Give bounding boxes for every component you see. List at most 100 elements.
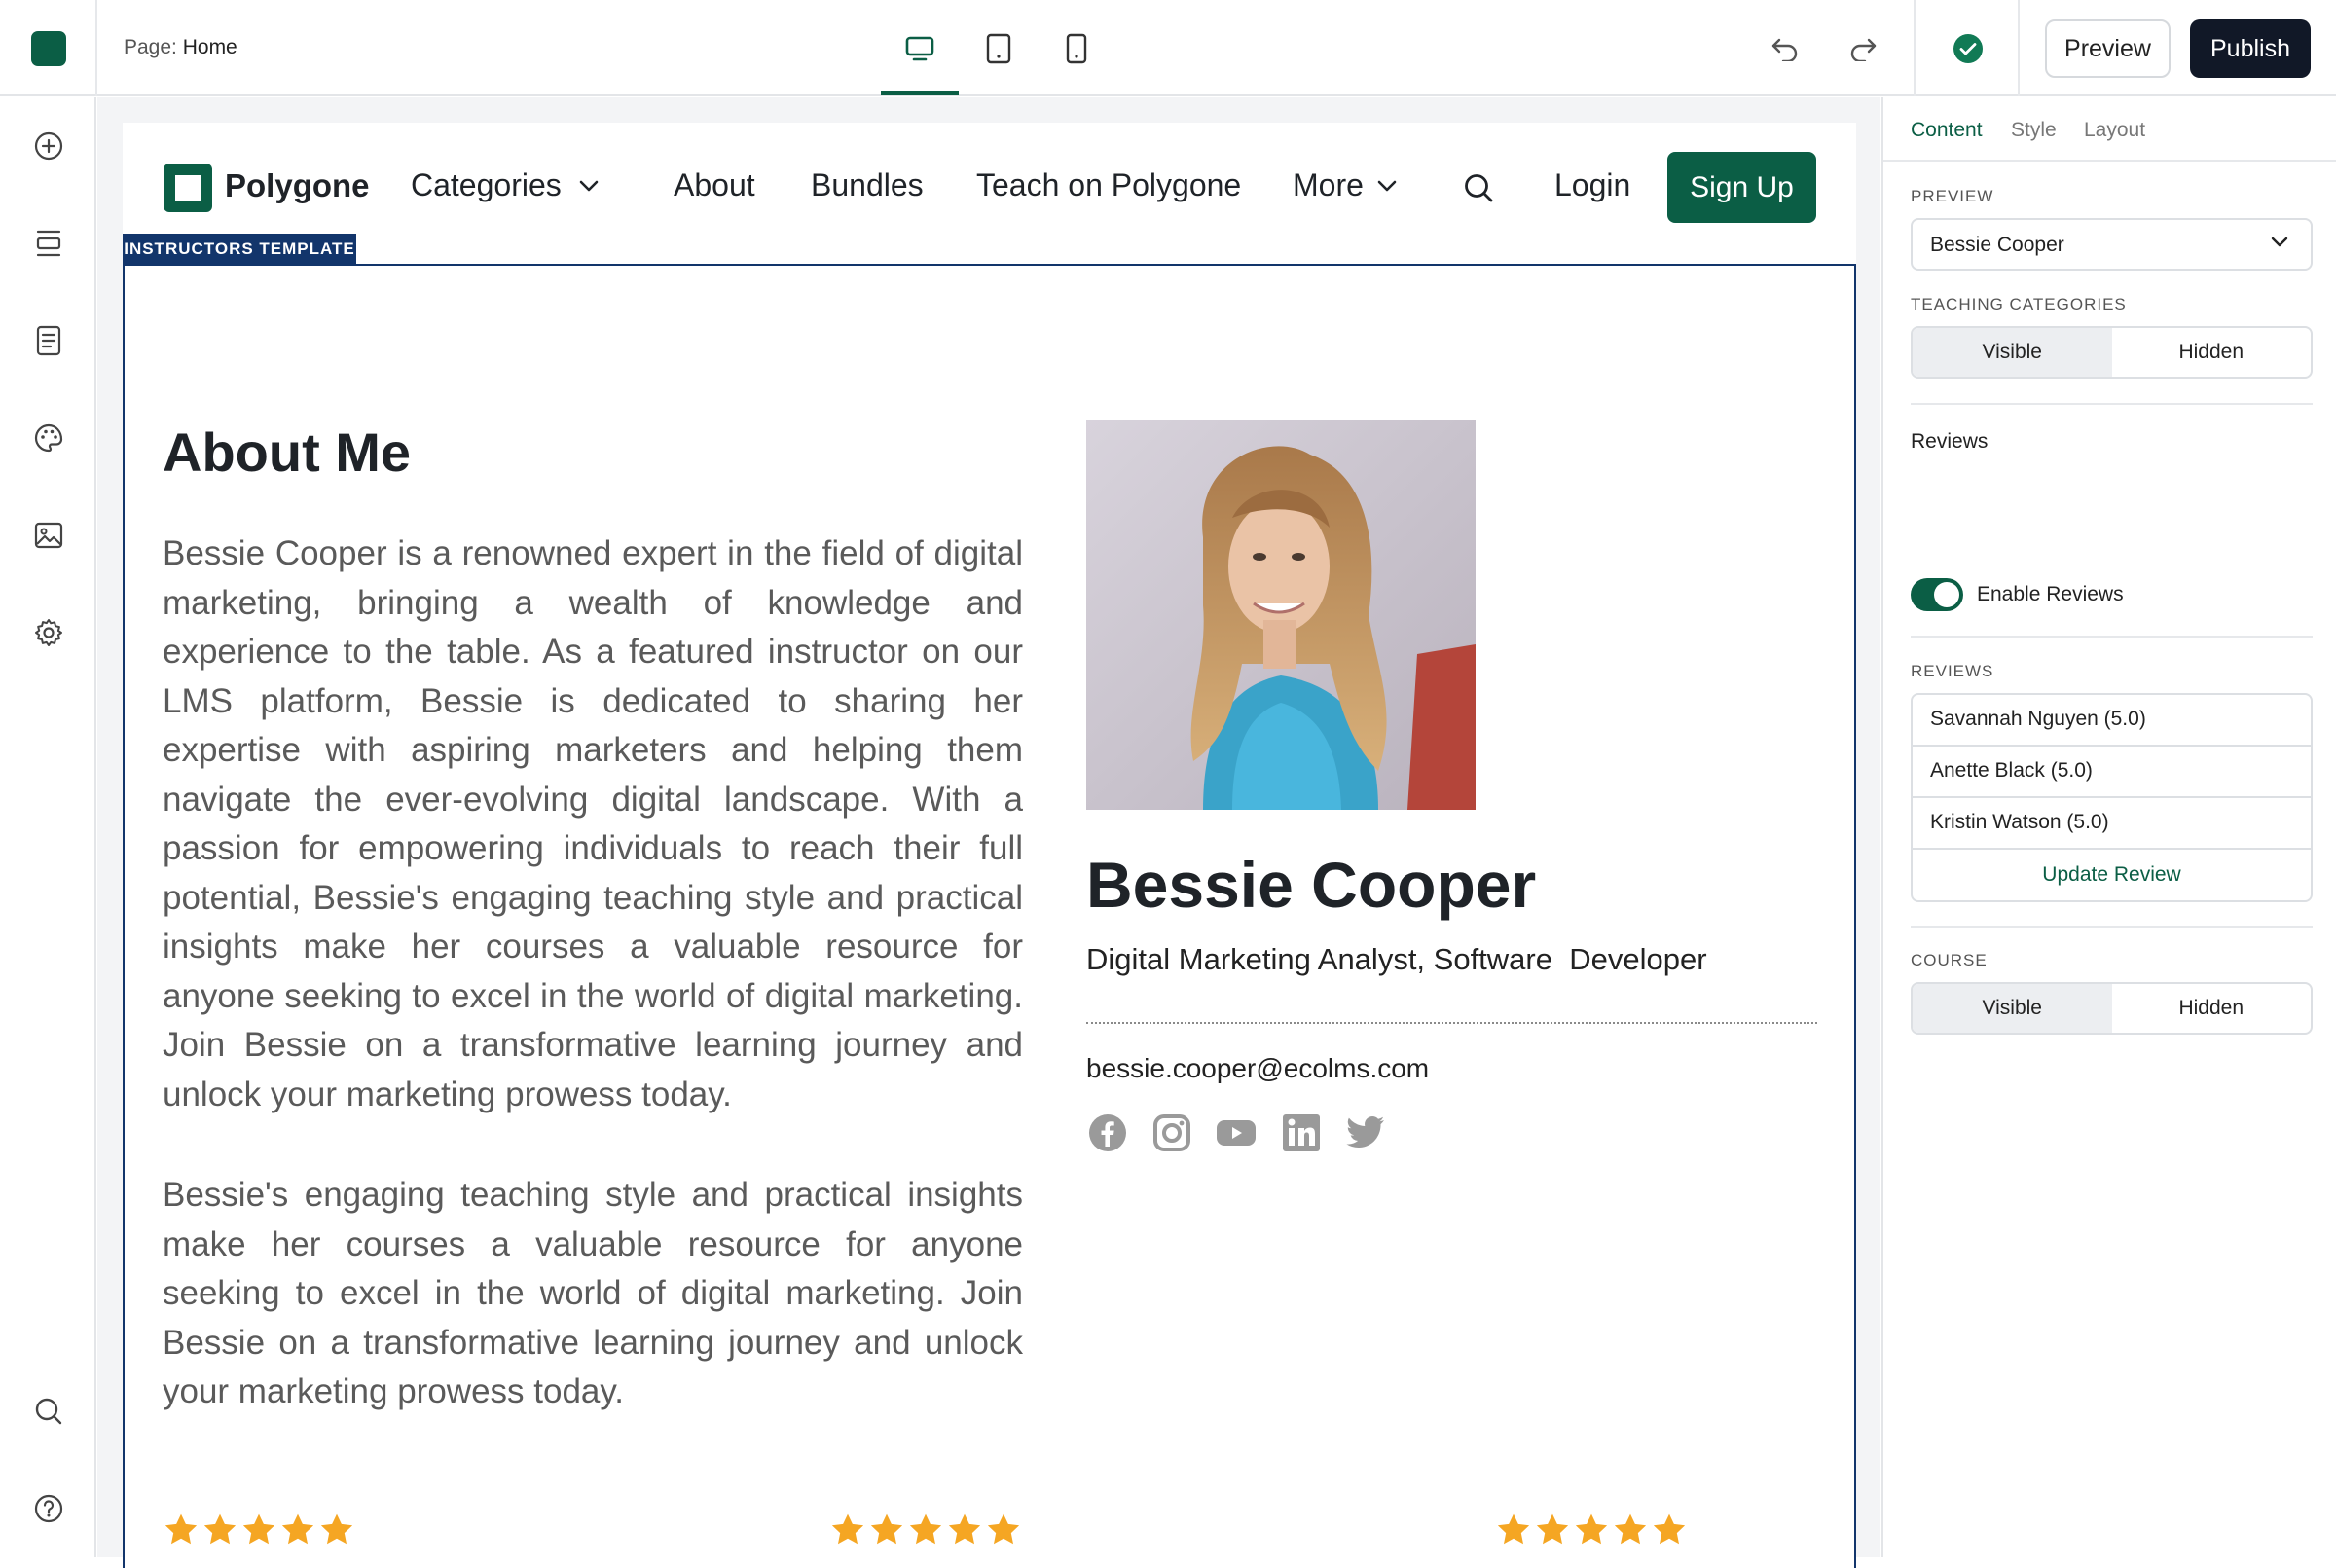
left-sidebar (0, 97, 96, 1557)
course-toggle: Visible Hidden (1911, 982, 2313, 1035)
star-icon (203, 1513, 237, 1545)
visible-option[interactable]: Visible (1913, 984, 2112, 1033)
divider (1086, 1022, 1817, 1024)
signup-button[interactable]: Sign Up (1667, 152, 1816, 223)
preview-select[interactable]: Bessie Cooper (1911, 218, 2313, 271)
star-icon (909, 1513, 942, 1545)
divider (1911, 926, 2313, 928)
star-icon (987, 1513, 1020, 1545)
theme-palette-icon[interactable] (29, 419, 68, 457)
divider (1911, 403, 2313, 405)
pages-icon[interactable] (29, 321, 68, 360)
instagram-icon[interactable] (1150, 1112, 1193, 1154)
reviews-label: REVIEWS (1911, 662, 1994, 680)
active-device-indicator (881, 91, 959, 95)
page-selector[interactable]: Page: Home (124, 36, 237, 59)
site-navbar: Polygone Categories About Bundles Teach … (123, 123, 1856, 265)
review-item[interactable]: Kristin Watson (5.0) (1913, 798, 2311, 850)
youtube-icon[interactable] (1215, 1112, 1258, 1154)
star-icon (242, 1513, 275, 1545)
panel-tabs: Content Style Layout (1883, 97, 2336, 162)
nav-more[interactable]: More (1293, 167, 1364, 203)
nav-bundles[interactable]: Bundles (811, 167, 924, 203)
star-icon (870, 1513, 903, 1545)
settings-icon[interactable] (29, 613, 68, 652)
star-icon (1614, 1513, 1647, 1545)
update-review-button[interactable]: Update Review (1913, 850, 2311, 900)
nav-teach[interactable]: Teach on Polygone (976, 167, 1241, 203)
top-toolbar: Page: Home Preview Publish (0, 0, 2336, 96)
review-stars (1495, 1513, 1688, 1548)
instructor-role: Digital Marketing Analyst, Software Deve… (1086, 942, 1707, 976)
hidden-option[interactable]: Hidden (2112, 984, 2312, 1033)
instructor-email[interactable]: bessie.cooper@ecolms.com (1086, 1053, 1429, 1084)
nav-about[interactable]: About (674, 167, 755, 203)
site-preview: Polygone Categories About Bundles Teach … (123, 123, 1856, 1568)
star-icon (1497, 1513, 1530, 1545)
help-icon[interactable] (29, 1489, 68, 1528)
preview-button[interactable]: Preview (2045, 19, 2171, 78)
divider (1914, 0, 1916, 96)
mobile-icon[interactable] (1057, 29, 1096, 68)
instructor-name: Bessie Cooper (1086, 849, 1537, 921)
review-item[interactable]: Savannah Nguyen (5.0) (1913, 695, 2311, 747)
review-stars (163, 1513, 355, 1548)
chevron-down-icon[interactable] (1376, 179, 1398, 193)
search-icon[interactable] (29, 1392, 68, 1431)
redo-icon[interactable] (1843, 29, 1882, 68)
facebook-icon[interactable] (1086, 1112, 1129, 1154)
tab-layout[interactable]: Layout (2084, 119, 2145, 142)
teaching-categories-toggle: Visible Hidden (1911, 326, 2313, 379)
star-icon (1536, 1513, 1569, 1545)
star-icon (281, 1513, 314, 1545)
nav-categories[interactable]: Categories (411, 167, 562, 203)
about-paragraph-2: Bessie's engaging teaching style and pra… (163, 1176, 1023, 1410)
enable-reviews-label: Enable Reviews (1977, 583, 2124, 605)
visible-option[interactable]: Visible (1913, 328, 2112, 377)
chevron-down-icon (2271, 237, 2288, 247)
instructor-photo (1086, 420, 1476, 810)
tablet-icon[interactable] (979, 29, 1018, 68)
reviews-section-title: Reviews (1911, 430, 1989, 453)
tab-content[interactable]: Content (1911, 119, 1983, 142)
hidden-option[interactable]: Hidden (2112, 328, 2312, 377)
star-icon (164, 1513, 198, 1545)
reviews-list: Savannah Nguyen (5.0) Anette Black (5.0)… (1911, 693, 2313, 902)
tab-style[interactable]: Style (2011, 119, 2057, 142)
divider (95, 0, 97, 96)
about-heading: About Me (163, 421, 412, 483)
media-icon[interactable] (29, 516, 68, 555)
course-label: COURSE (1911, 951, 1988, 969)
star-icon (320, 1513, 353, 1545)
teaching-categories-label: TEACHING CATEGORIES (1911, 295, 2127, 313)
nav-login[interactable]: Login (1554, 167, 1630, 203)
brand-logo-icon[interactable] (164, 164, 212, 212)
desktop-icon[interactable] (900, 29, 939, 68)
page-name: Home (182, 36, 237, 58)
linkedin-icon[interactable] (1280, 1112, 1323, 1154)
about-paragraph-1: Bessie Cooper is a renowned expert in th… (163, 534, 1023, 1113)
app-logo[interactable] (31, 31, 66, 66)
search-icon[interactable] (1462, 171, 1495, 204)
star-icon (831, 1513, 864, 1545)
star-icon (1575, 1513, 1608, 1545)
preview-select-value: Bessie Cooper (1930, 234, 2064, 256)
sections-icon[interactable] (29, 224, 68, 263)
divider (1911, 636, 2313, 638)
add-icon[interactable] (29, 127, 68, 165)
divider (2018, 0, 2020, 96)
undo-icon[interactable] (1766, 29, 1805, 68)
chevron-down-icon[interactable] (578, 179, 600, 193)
preview-label: PREVIEW (1911, 187, 1994, 205)
template-tag: INSTRUCTORS TEMPLATE (123, 234, 356, 264)
properties-panel: Content Style Layout PREVIEW Bessie Coop… (1881, 97, 2336, 1557)
twitter-icon[interactable] (1344, 1112, 1387, 1154)
review-item[interactable]: Anette Black (5.0) (1913, 747, 2311, 798)
brand-name[interactable]: Polygone (225, 167, 370, 204)
publish-button[interactable]: Publish (2190, 19, 2311, 78)
saved-check-icon (1949, 29, 1988, 68)
star-icon (1653, 1513, 1686, 1545)
star-icon (948, 1513, 981, 1545)
review-stars (829, 1513, 1022, 1548)
enable-reviews-toggle[interactable] (1911, 578, 1963, 611)
